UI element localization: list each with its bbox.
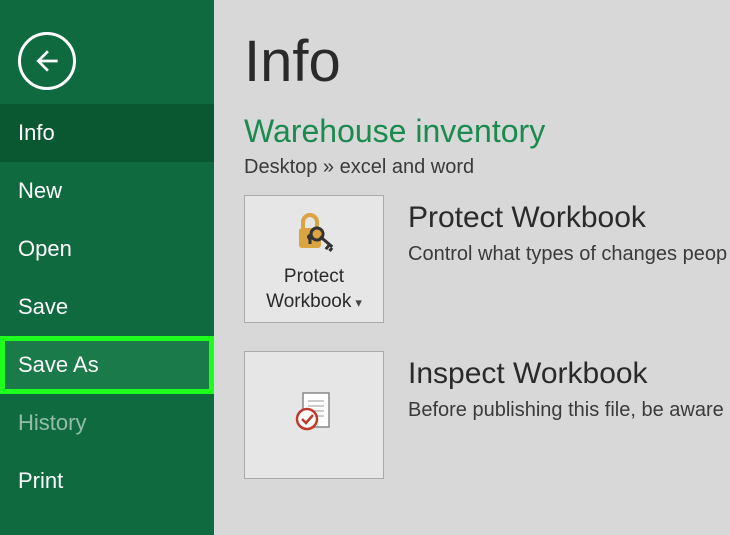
nav-item-print[interactable]: Print bbox=[0, 452, 214, 510]
inspect-workbook-section: Inspect Workbook Before publishing this … bbox=[244, 351, 730, 479]
nav-label: New bbox=[18, 178, 62, 204]
nav-label: Print bbox=[18, 468, 63, 494]
nav-label: Open bbox=[18, 236, 72, 262]
nav-label: History bbox=[18, 410, 86, 436]
nav-item-save[interactable]: Save bbox=[0, 278, 214, 336]
nav-label: Info bbox=[18, 120, 55, 146]
file-menu-sidebar: Info New Open Save Save As History Print bbox=[0, 0, 214, 535]
dropdown-caret-icon: ▾ bbox=[355, 295, 362, 310]
protect-workbook-text: Protect Workbook Control what types of c… bbox=[408, 195, 730, 266]
nav-item-save-as[interactable]: Save As bbox=[0, 336, 214, 394]
nav-label: Save bbox=[18, 294, 68, 320]
inspect-workbook-heading: Inspect Workbook bbox=[408, 357, 730, 391]
document-path: Desktop » excel and word bbox=[244, 156, 730, 179]
inspect-workbook-desc: Before publishing this file, be aware bbox=[408, 399, 730, 422]
back-arrow-icon bbox=[31, 45, 63, 77]
back-button[interactable] bbox=[18, 32, 76, 90]
nav-item-info[interactable]: Info bbox=[0, 104, 214, 162]
nav-list: Info New Open Save Save As History Print bbox=[0, 104, 214, 510]
document-title: Warehouse inventory bbox=[244, 113, 730, 150]
document-check-icon bbox=[289, 384, 339, 440]
protect-workbook-desc: Control what types of changes peop bbox=[408, 243, 730, 266]
info-pane: Info Warehouse inventory Desktop » excel… bbox=[214, 0, 730, 535]
nav-item-new[interactable]: New bbox=[0, 162, 214, 220]
protect-workbook-label: ProtectWorkbook▾ bbox=[266, 265, 362, 314]
protect-workbook-heading: Protect Workbook bbox=[408, 201, 730, 235]
protect-workbook-section: ProtectWorkbook▾ Protect Workbook Contro… bbox=[244, 195, 730, 323]
inspect-workbook-button[interactable] bbox=[244, 351, 384, 479]
nav-item-history[interactable]: History bbox=[0, 394, 214, 452]
inspect-workbook-text: Inspect Workbook Before publishing this … bbox=[408, 351, 730, 422]
nav-item-open[interactable]: Open bbox=[0, 220, 214, 278]
page-title: Info bbox=[244, 28, 730, 95]
protect-workbook-button[interactable]: ProtectWorkbook▾ bbox=[244, 195, 384, 323]
lock-key-icon bbox=[289, 203, 339, 259]
nav-label: Save As bbox=[18, 352, 99, 378]
